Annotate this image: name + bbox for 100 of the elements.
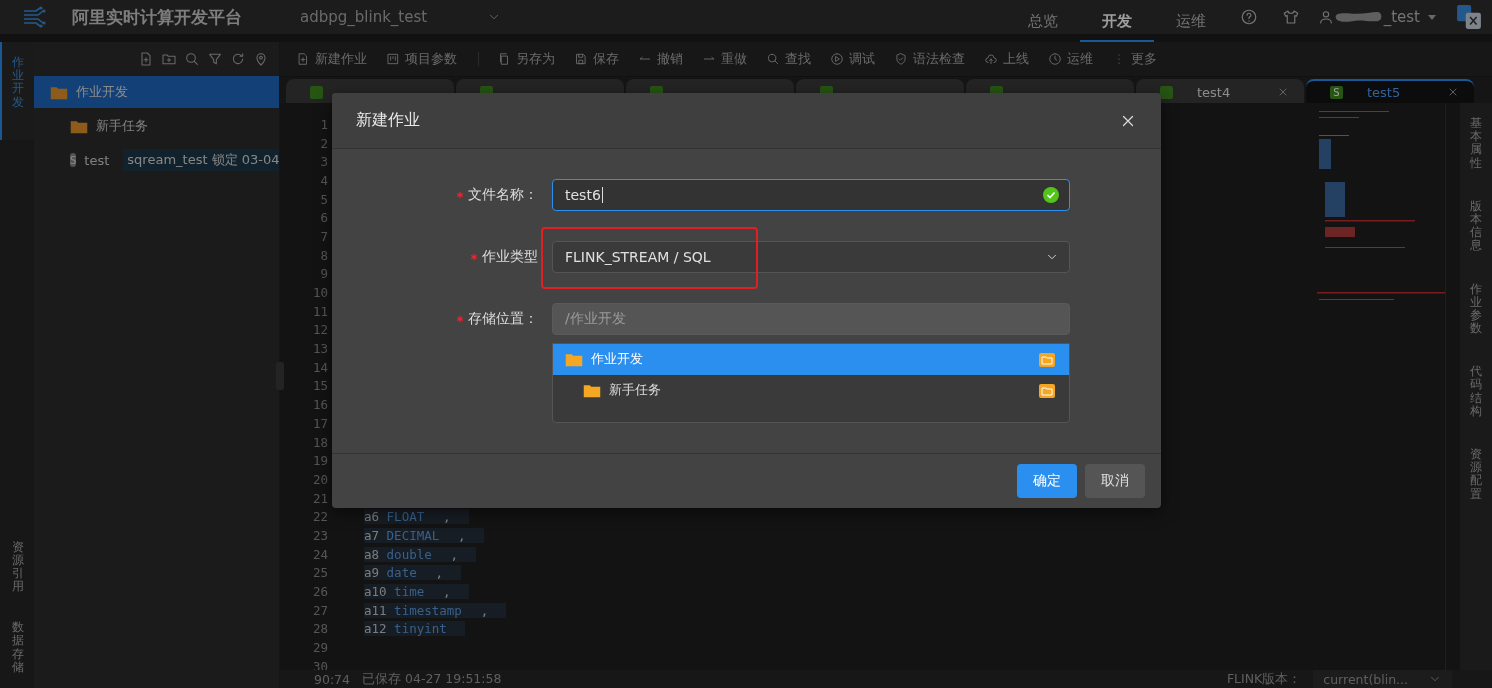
play-icon bbox=[830, 52, 844, 66]
folder-icon bbox=[565, 352, 583, 368]
project-select[interactable]: adbpg_blink_test bbox=[300, 8, 502, 26]
tree-item[interactable]: 新手任务 bbox=[34, 110, 279, 142]
filter-icon[interactable] bbox=[207, 51, 223, 67]
toolbar-button[interactable]: 撤销 bbox=[632, 50, 696, 68]
line-number: 25 bbox=[311, 565, 328, 581]
line-number: 3 bbox=[319, 154, 328, 170]
tree-option[interactable]: 作业开发 bbox=[553, 344, 1069, 376]
board-icon bbox=[386, 52, 400, 66]
line-number: 1 bbox=[319, 116, 328, 132]
refresh-icon[interactable] bbox=[230, 51, 246, 67]
side-panel-tab[interactable]: 资源配置 bbox=[1470, 448, 1482, 501]
toolbar-button[interactable]: 运维 bbox=[1042, 50, 1106, 68]
side-panel-tab[interactable]: 版本信息 bbox=[1470, 199, 1482, 253]
line-number: 4 bbox=[319, 172, 328, 188]
toolbar-button[interactable]: 查找 bbox=[760, 50, 824, 68]
caret-icon[interactable] bbox=[1428, 14, 1436, 20]
line-number: 29 bbox=[311, 640, 328, 656]
nav-tab[interactable]: 运维 bbox=[1153, 0, 1228, 42]
side-panel-tab[interactable]: 代码结构 bbox=[1470, 365, 1482, 418]
folder-icon bbox=[50, 84, 68, 100]
new-file-icon[interactable] bbox=[138, 51, 154, 67]
location-select[interactable]: /作业开发 bbox=[552, 303, 1070, 336]
toolbar-button[interactable]: 新建作业 bbox=[290, 50, 380, 68]
add-folder-icon[interactable] bbox=[1039, 353, 1055, 367]
field-label: 存储位置： bbox=[468, 310, 538, 329]
help-icon[interactable] bbox=[1239, 8, 1258, 26]
version-select[interactable]: current(blin... bbox=[1313, 670, 1452, 688]
input-field[interactable]: test6 bbox=[552, 179, 1070, 212]
save-icon bbox=[574, 52, 588, 66]
line-number: 12 bbox=[311, 322, 328, 338]
rail-tab[interactable]: 资源引用 bbox=[0, 526, 34, 608]
shirt-icon[interactable] bbox=[1281, 8, 1300, 26]
tree-item[interactable]: 作业开发 bbox=[34, 76, 279, 108]
line-number: 15 bbox=[311, 378, 328, 394]
toolbar-button[interactable]: 上线 bbox=[978, 50, 1042, 68]
line-number: 13 bbox=[311, 341, 328, 357]
tree-option[interactable]: 新手任务 bbox=[553, 375, 1069, 407]
redaction-mark bbox=[1333, 11, 1384, 23]
logo-icon bbox=[22, 5, 48, 29]
search-icon bbox=[766, 52, 780, 66]
rail-tab[interactable]: 数据存储 bbox=[0, 607, 34, 688]
editor-tab[interactable]: test4 bbox=[1136, 79, 1304, 103]
folder-icon bbox=[583, 383, 601, 399]
file-type-icon bbox=[1160, 85, 1173, 99]
line-number: 22 bbox=[311, 509, 328, 525]
toolbar-button[interactable]: 调试 bbox=[824, 50, 888, 68]
confirm-button[interactable]: 确定 bbox=[1017, 464, 1077, 499]
side-panel-tab[interactable]: 作业参数 bbox=[1470, 282, 1482, 336]
cursor-position: 90:74 bbox=[314, 671, 351, 687]
line-number: 6 bbox=[319, 210, 328, 226]
type-select[interactable]: FLINK_STREAM / SQL bbox=[552, 241, 1070, 274]
line-number: 23 bbox=[311, 527, 328, 543]
toolbar-button[interactable]: 另存为 bbox=[491, 50, 568, 68]
toolbar-button[interactable]: 语法检查 bbox=[888, 50, 978, 68]
toolbar-button[interactable]: 重做 bbox=[696, 50, 760, 68]
line-number: 2 bbox=[319, 135, 328, 151]
toolbar-button[interactable]: 更多 bbox=[1106, 50, 1170, 68]
file-type-icon bbox=[310, 85, 323, 99]
location-pin-icon[interactable] bbox=[253, 51, 269, 67]
line-number: 14 bbox=[311, 359, 328, 375]
toolbar-button[interactable]: 保存 bbox=[568, 50, 632, 68]
shield-check-icon bbox=[894, 52, 908, 66]
folder-icon bbox=[70, 118, 88, 134]
app-title: 阿里实时计算开发平台 bbox=[72, 5, 243, 29]
translate-icon[interactable] bbox=[1456, 4, 1482, 30]
cloud-upload-icon bbox=[984, 52, 998, 66]
clock-icon bbox=[1048, 52, 1062, 66]
line-number: 7 bbox=[319, 228, 328, 244]
cancel-button[interactable]: 取消 bbox=[1085, 464, 1145, 499]
search-icon[interactable] bbox=[184, 51, 200, 67]
lock-tag: sqream_test 锁定 03-04 bbox=[123, 149, 279, 171]
toolbar-button[interactable]: 项目参数 bbox=[380, 50, 470, 68]
field-label: 作业类型 bbox=[482, 248, 538, 267]
copy-icon bbox=[497, 52, 511, 66]
line-number: 17 bbox=[311, 415, 328, 431]
line-number: 20 bbox=[311, 471, 328, 487]
line-number: 18 bbox=[311, 434, 328, 450]
side-panel-tab[interactable]: 基本属性 bbox=[1470, 117, 1482, 170]
line-number: 11 bbox=[311, 303, 328, 319]
line-number: 16 bbox=[311, 397, 328, 413]
line-number: 21 bbox=[311, 490, 328, 506]
add-folder-icon[interactable] bbox=[1039, 384, 1055, 398]
line-number: 19 bbox=[311, 453, 328, 469]
line-number: 8 bbox=[319, 247, 328, 263]
line-number: 26 bbox=[311, 584, 328, 600]
user-icon[interactable] bbox=[1317, 9, 1334, 25]
dialog-title: 新建作业 bbox=[356, 110, 420, 132]
editor-tab[interactable]: S test5 bbox=[1306, 79, 1474, 103]
line-number: 5 bbox=[319, 191, 328, 207]
version-label: FLINK版本： bbox=[1226, 670, 1302, 688]
field-label: 文件名称： bbox=[468, 186, 538, 205]
line-number: 24 bbox=[311, 546, 328, 562]
user-name[interactable]: _test bbox=[1383, 8, 1420, 26]
new-folder-icon[interactable] bbox=[161, 51, 177, 67]
save-status: 已保存 04-27 19:51:58 bbox=[362, 670, 502, 688]
nav-tab[interactable]: 总览 bbox=[1005, 0, 1080, 42]
new-file-icon bbox=[296, 52, 310, 66]
line-number: 27 bbox=[311, 602, 328, 618]
